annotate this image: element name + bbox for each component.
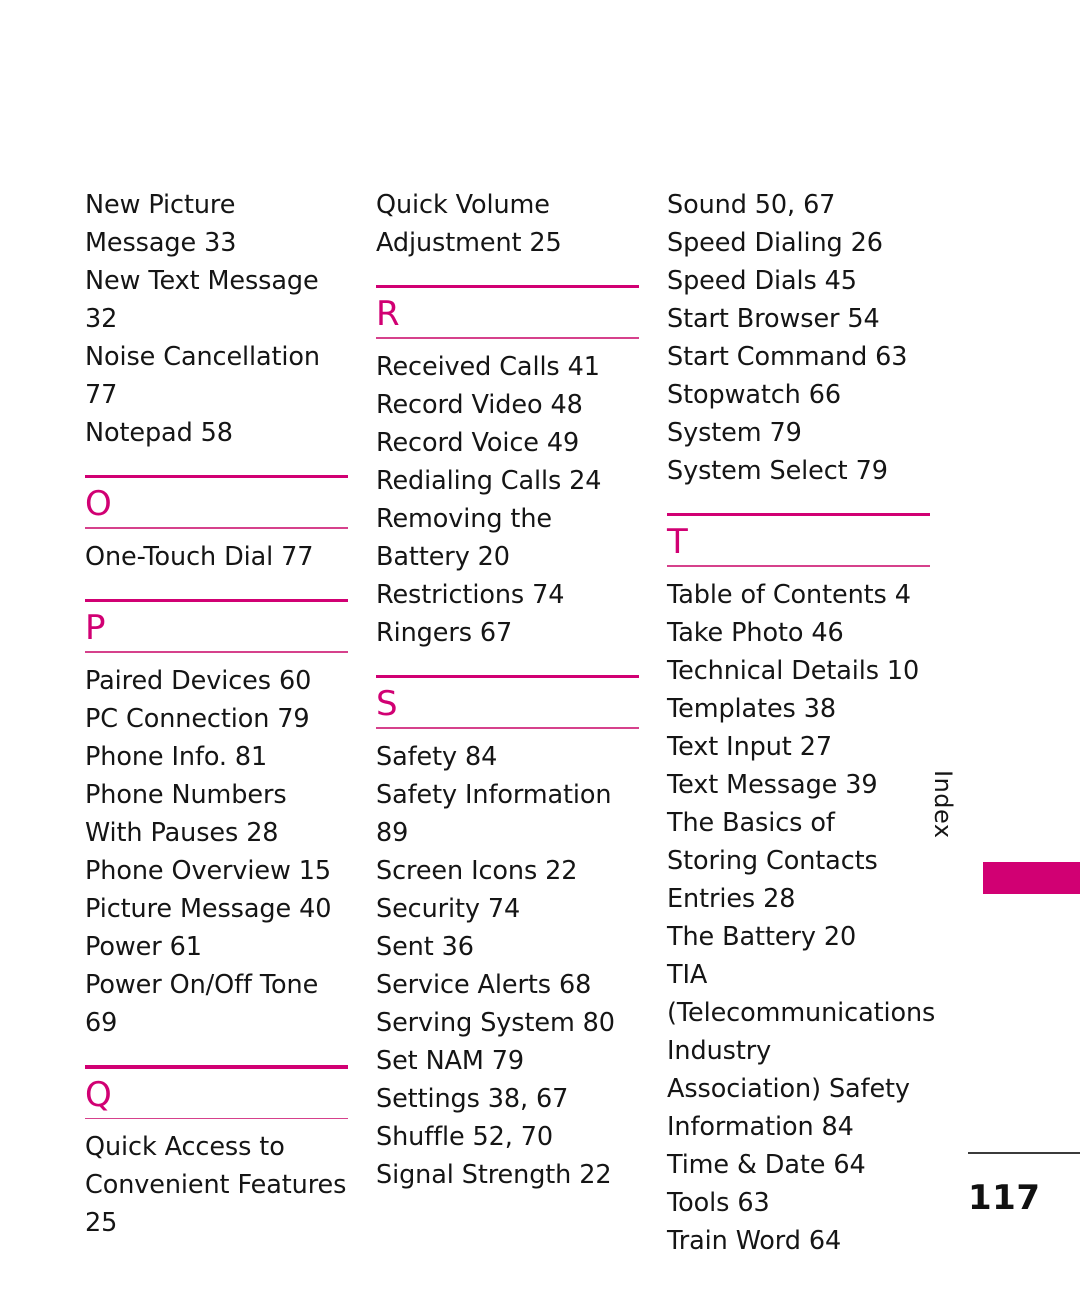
- letter-section-o: O: [85, 475, 348, 530]
- index-entry[interactable]: PC Connection 79: [85, 700, 348, 738]
- index-entry[interactable]: Time & Date 64: [667, 1146, 930, 1184]
- section-rule-bottom: [376, 727, 639, 730]
- index-entry[interactable]: Train Word 64: [667, 1222, 930, 1260]
- index-entry[interactable]: Serving System 80: [376, 1004, 639, 1042]
- index-entry[interactable]: The Battery 20: [667, 918, 930, 956]
- index-entry[interactable]: New Text Message 32: [85, 262, 348, 338]
- index-entry[interactable]: Record Video 48: [376, 386, 639, 424]
- letter-section-r: R: [376, 285, 639, 340]
- index-entry[interactable]: Speed Dialing 26: [667, 224, 930, 262]
- section-letter: S: [376, 684, 398, 725]
- index-entry[interactable]: Sent 36: [376, 928, 639, 966]
- letter-section-t: T: [667, 513, 930, 568]
- index-entry[interactable]: Phone Numbers With Pauses 28: [85, 776, 348, 852]
- section-letter: Q: [85, 1074, 112, 1115]
- index-page: New Picture Message 33 New Text Message 3…: [0, 0, 1080, 1295]
- section-rule-bottom: [85, 651, 348, 654]
- index-entry[interactable]: Screen Icons 22: [376, 852, 639, 890]
- index-entry[interactable]: The Basics of Storing Contacts Entries 2…: [667, 804, 930, 918]
- index-entry[interactable]: Text Input 27: [667, 728, 930, 766]
- index-entry[interactable]: Picture Message 40: [85, 890, 348, 928]
- index-entry[interactable]: Power On/Off Tone 69: [85, 966, 348, 1042]
- side-tab-label: Index: [929, 770, 957, 839]
- index-entry[interactable]: Start Browser 54: [667, 300, 930, 338]
- index-entry[interactable]: Security 74: [376, 890, 639, 928]
- section-rule-bottom: [376, 337, 639, 340]
- section-letter: P: [85, 608, 106, 649]
- index-entry[interactable]: Power 61: [85, 928, 348, 966]
- index-entry[interactable]: New Picture Message 33: [85, 186, 348, 262]
- index-entry[interactable]: Quick Volume Adjustment 25: [376, 186, 639, 262]
- section-rule-bottom: [85, 1117, 348, 1120]
- index-columns: New Picture Message 33 New Text Message 3…: [85, 186, 935, 1260]
- index-entry[interactable]: Technical Details 10: [667, 652, 930, 690]
- index-entry[interactable]: Text Message 39: [667, 766, 930, 804]
- index-entry[interactable]: Stopwatch 66: [667, 376, 930, 414]
- index-entry[interactable]: Ringers 67: [376, 614, 639, 652]
- index-entry[interactable]: Record Voice 49: [376, 424, 639, 462]
- index-entry[interactable]: Restrictions 74: [376, 576, 639, 614]
- index-entry[interactable]: Templates 38: [667, 690, 930, 728]
- index-entry[interactable]: Shuffle 52, 70: [376, 1118, 639, 1156]
- index-column: New Picture Message 33 New Text Message 3…: [85, 186, 348, 1242]
- index-entry[interactable]: Phone Overview 15: [85, 852, 348, 890]
- letter-section-s: S: [376, 675, 639, 730]
- index-entry[interactable]: System 79: [667, 414, 930, 452]
- letter-section-q: Q: [85, 1065, 348, 1120]
- footer-rule: [968, 1152, 1080, 1155]
- side-tab-block: [983, 862, 1080, 894]
- index-entry[interactable]: Signal Strength 22: [376, 1156, 639, 1194]
- index-entry[interactable]: Table of Contents 4: [667, 576, 930, 614]
- index-entry[interactable]: Paired Devices 60: [85, 662, 348, 700]
- index-entry[interactable]: Take Photo 46: [667, 614, 930, 652]
- index-column: Sound 50, 67 Speed Dialing 26 Speed Dials …: [667, 186, 935, 1260]
- index-entry[interactable]: Noise Cancellation 77: [85, 338, 348, 414]
- index-entry[interactable]: Notepad 58: [85, 414, 348, 452]
- index-column: Quick Volume Adjustment 25 R Received Call…: [376, 186, 639, 1194]
- index-entry[interactable]: System Select 79: [667, 452, 930, 490]
- index-entry[interactable]: Settings 38, 67: [376, 1080, 639, 1118]
- index-entry[interactable]: One-Touch Dial 77: [85, 538, 348, 576]
- section-rule-bottom: [85, 527, 348, 530]
- index-entry[interactable]: Phone Info. 81: [85, 738, 348, 776]
- section-letter: T: [667, 522, 688, 563]
- section-rule-bottom: [667, 565, 930, 568]
- index-entry[interactable]: Redialing Calls 24: [376, 462, 639, 500]
- section-letter: R: [376, 294, 400, 335]
- index-entry[interactable]: Set NAM 79: [376, 1042, 639, 1080]
- index-entry[interactable]: Start Command 63: [667, 338, 930, 376]
- index-entry[interactable]: Safety 84: [376, 738, 639, 776]
- index-entry[interactable]: Removing the Battery 20: [376, 500, 639, 576]
- index-entry[interactable]: Tools 63: [667, 1184, 930, 1222]
- index-entry[interactable]: Service Alerts 68: [376, 966, 639, 1004]
- index-entry[interactable]: Sound 50, 67: [667, 186, 930, 224]
- letter-section-p: P: [85, 599, 348, 654]
- index-entry[interactable]: Received Calls 41: [376, 348, 639, 386]
- section-letter: O: [85, 484, 112, 525]
- index-entry[interactable]: Safety Information 89: [376, 776, 639, 852]
- index-entry[interactable]: Quick Access to Convenient Features 25: [85, 1128, 348, 1242]
- index-entry[interactable]: Speed Dials 45: [667, 262, 930, 300]
- index-entry[interactable]: TIA (Telecommunications Industry Associa…: [667, 956, 935, 1146]
- page-number: 117: [968, 1178, 1041, 1218]
